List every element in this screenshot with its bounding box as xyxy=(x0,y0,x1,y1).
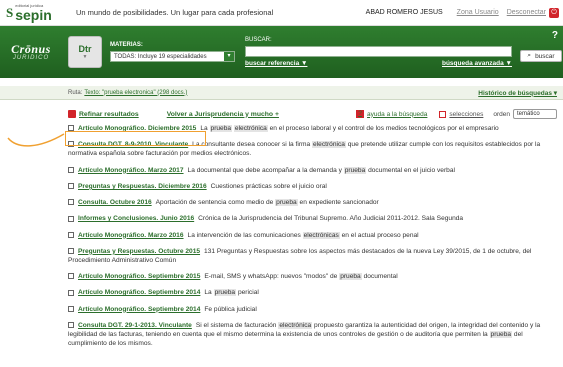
result-text: La documental que debe acompañar a la de… xyxy=(187,166,455,174)
result-checkbox[interactable] xyxy=(68,141,74,148)
result-text: La prueba electrónica en el proceso labo… xyxy=(200,125,499,132)
result-text: E-mail, SMS y whatsApp: nuevos "modos" d… xyxy=(204,273,398,281)
ayuda-busqueda[interactable]: ? ayuda a la búsqueda xyxy=(356,110,427,118)
result-checkbox[interactable] xyxy=(68,125,74,132)
result-item: Artículo Monográfico. Marzo 2016 La inter… xyxy=(68,231,557,240)
result-title[interactable]: Informes y Conclusiones. Junio 2016 xyxy=(78,215,194,222)
result-title[interactable]: Artículo Monográfico. Diciembre 2015 xyxy=(78,125,196,132)
result-checkbox[interactable] xyxy=(68,231,74,238)
result-title[interactable]: Preguntas y Respuestas. Octubre 2015 xyxy=(78,248,200,255)
result-item: Informes y Conclusiones. Junio 2016 Cróni… xyxy=(68,214,557,223)
buscar-referencia-link[interactable]: buscar referencia ▼ xyxy=(245,60,307,67)
question-icon: ? xyxy=(356,110,365,118)
result-checkbox[interactable] xyxy=(68,166,74,173)
result-item: Artículo Monográfico. Marzo 2017 La docum… xyxy=(68,166,557,175)
cronus-logo: Crōnus JURIDICO xyxy=(0,43,62,61)
selecciones[interactable]: selecciones xyxy=(439,110,484,118)
dtr-label: Dtr xyxy=(78,44,92,54)
chevron-down-icon: ▼ xyxy=(82,54,88,60)
result-text: Crónica de la Jurisprudencia del Tribuna… xyxy=(198,215,464,223)
result-item: Artículo Monográfico. Septiembre 2015 E-m… xyxy=(68,272,557,281)
orden-label: orden xyxy=(493,110,510,118)
result-item: Artículo Monográfico. Septiembre 2014 La … xyxy=(68,288,557,297)
power-icon[interactable]: ⏻ xyxy=(549,7,559,18)
result-item: Preguntas y Respuestas. Octubre 2015 131 … xyxy=(68,247,557,265)
checkbox-icon xyxy=(439,110,447,118)
help-icon[interactable]: ? xyxy=(552,30,558,41)
breadcrumb: Ruta: Texto: "prueba electronica" (298 d… xyxy=(0,86,563,100)
sepin-logo[interactable]: S editorial jurídica sepin xyxy=(0,0,70,26)
buscar-group: BUSCAR: buscar referencia ▼ búsqueda ava… xyxy=(245,37,512,67)
ruta-label: Ruta: xyxy=(68,89,83,96)
desconectar-link[interactable]: Desconectar xyxy=(507,9,546,16)
search-icon: ⌕ xyxy=(527,52,532,59)
result-title[interactable]: Artículo Monográfico. Septiembre 2015 xyxy=(78,273,200,280)
logo-name: sepin xyxy=(15,6,52,23)
result-title[interactable]: Artículo Monográfico. Septiembre 2014 xyxy=(78,306,200,313)
filter-icon xyxy=(68,110,76,118)
historico-busquedas-link[interactable]: Histórico de búsquedas ▾ xyxy=(478,89,557,97)
result-item: Artículo Monográfico. Septiembre 2014 Fe … xyxy=(68,305,557,314)
result-item: Consulta DGT. 8-9-2010. Vinculante La con… xyxy=(68,140,557,158)
result-text: Fe pública judicial xyxy=(204,305,257,313)
result-title[interactable]: Consulta DGT. 29-1-2013. Vinculante xyxy=(78,322,192,329)
selecciones-label: selecciones xyxy=(449,110,484,118)
top-bar: S editorial jurídica sepin Un mundo de p… xyxy=(0,0,563,26)
user-name: ABAD ROMERO JESUS xyxy=(365,9,443,16)
result-title[interactable]: Consulta. Octubre 2016 xyxy=(78,199,152,206)
buscar-button-label: buscar xyxy=(535,52,555,60)
search-input[interactable] xyxy=(245,46,512,57)
result-checkbox[interactable] xyxy=(68,273,74,280)
result-checkbox[interactable] xyxy=(68,322,74,329)
result-text: La intervención de las comunicaciones el… xyxy=(187,231,419,239)
result-text: Cuestiones prácticas sobre el juicio ora… xyxy=(210,182,327,190)
result-checkbox[interactable] xyxy=(68,215,74,222)
orden-value: temático xyxy=(517,111,540,117)
result-checkbox[interactable] xyxy=(68,248,74,254)
result-checkbox[interactable] xyxy=(68,183,74,190)
result-item: Consulta. Octubre 2016 Aportación de sent… xyxy=(68,198,557,207)
materias-selected: TODAS: Incluye 19 especialidades xyxy=(114,53,207,60)
materias-label: MATERIAS: xyxy=(110,42,143,48)
result-title[interactable]: Preguntas y Respuestas. Diciembre 2016 xyxy=(78,183,207,190)
results-toolbar: Refinar resultados Volver a Jurisprudenc… xyxy=(0,106,563,122)
tagline: Un mundo de posibilidades. Un lugar para… xyxy=(76,8,274,17)
orden-select[interactable]: temático xyxy=(513,109,557,119)
buscar-label: BUSCAR: xyxy=(245,37,272,43)
volver-link[interactable]: Volver a Jurisprudencia y mucho + xyxy=(167,111,279,118)
dtr-button[interactable]: Dtr ▼ xyxy=(68,36,102,68)
logo-s-icon: S xyxy=(6,4,14,20)
chevron-down-icon: ▾ xyxy=(224,52,234,61)
zona-usuario-link[interactable]: Zona Usuario xyxy=(457,9,499,16)
materias-select[interactable]: TODAS: Incluye 19 especialidades ▾ xyxy=(110,51,235,62)
result-text: La prueba pericial xyxy=(204,289,259,297)
busqueda-avanzada-link[interactable]: búsqueda avanzada ▼ xyxy=(442,60,512,67)
result-checkbox[interactable] xyxy=(68,199,74,206)
result-checkbox[interactable] xyxy=(68,305,74,312)
result-checkbox[interactable] xyxy=(68,289,74,296)
search-header: Crōnus JURIDICO Dtr ▼ MATERIAS: TODAS: I… xyxy=(0,26,563,78)
result-title[interactable]: Artículo Monográfico. Marzo 2016 xyxy=(78,232,184,239)
ruta-value[interactable]: Texto: "prueba electronica" (298 docs.) xyxy=(84,90,187,96)
product-subtitle: JURIDICO xyxy=(12,55,50,61)
refinar-resultados-link[interactable]: Refinar resultados xyxy=(79,111,139,118)
result-item: Artículo Monográfico. Diciembre 2015 La p… xyxy=(68,124,557,133)
result-title[interactable]: Consulta DGT. 8-9-2010. Vinculante xyxy=(78,141,188,148)
results-list: Artículo Monográfico. Diciembre 2015 La p… xyxy=(0,122,563,349)
result-item: Preguntas y Respuestas. Diciembre 2016 Cu… xyxy=(68,182,557,191)
result-text: Aportación de sentencia como medio de pr… xyxy=(155,199,379,207)
materias-group: MATERIAS: TODAS: Incluye 19 especialidad… xyxy=(110,42,235,62)
result-item: Consulta DGT. 29-1-2013. Vinculante Si el… xyxy=(68,321,557,349)
product-name: Crōnus xyxy=(11,42,51,56)
result-title[interactable]: Artículo Monográfico. Septiembre 2014 xyxy=(78,289,200,296)
result-title[interactable]: Artículo Monográfico. Marzo 2017 xyxy=(78,167,184,174)
buscar-button[interactable]: ⌕ buscar xyxy=(520,50,562,62)
ayuda-label: ayuda a la búsqueda xyxy=(367,110,428,118)
